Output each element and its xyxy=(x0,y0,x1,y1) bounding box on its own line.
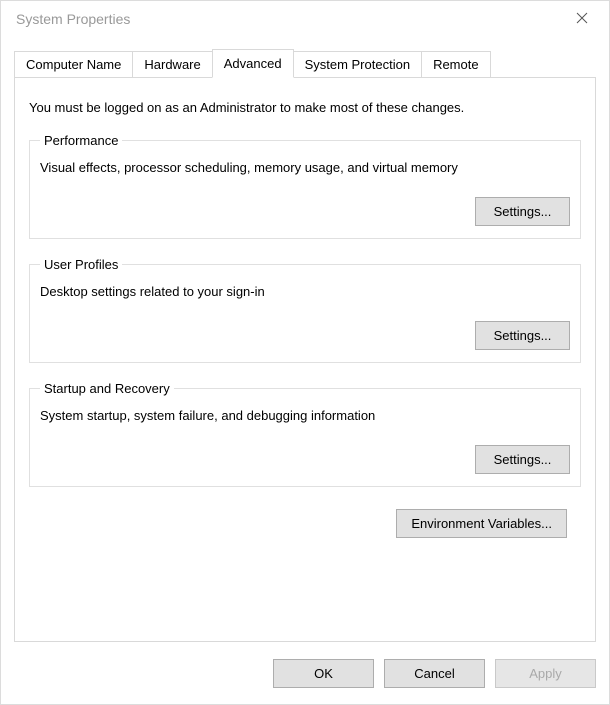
window-title: System Properties xyxy=(16,11,559,27)
tab-remote[interactable]: Remote xyxy=(421,51,491,78)
performance-legend: Performance xyxy=(40,133,122,148)
dialog-footer: OK Cancel Apply xyxy=(1,642,609,704)
close-icon xyxy=(576,12,588,27)
tab-computer-name[interactable]: Computer Name xyxy=(14,51,133,78)
apply-button[interactable]: Apply xyxy=(495,659,596,688)
tab-system-protection[interactable]: System Protection xyxy=(293,51,423,78)
cancel-button[interactable]: Cancel xyxy=(384,659,485,688)
close-button[interactable] xyxy=(559,3,605,35)
environment-variables-button[interactable]: Environment Variables... xyxy=(396,509,567,538)
user-profiles-description: Desktop settings related to your sign-in xyxy=(40,284,570,299)
advanced-tab-panel: You must be logged on as an Administrato… xyxy=(14,77,596,642)
user-profiles-legend: User Profiles xyxy=(40,257,122,272)
startup-recovery-legend: Startup and Recovery xyxy=(40,381,174,396)
user-profiles-settings-button[interactable]: Settings... xyxy=(475,321,570,350)
startup-recovery-settings-button[interactable]: Settings... xyxy=(475,445,570,474)
client-area: Computer Name Hardware Advanced System P… xyxy=(1,37,609,642)
performance-group: Performance Visual effects, processor sc… xyxy=(29,133,581,239)
startup-recovery-group: Startup and Recovery System startup, sys… xyxy=(29,381,581,487)
user-profiles-group: User Profiles Desktop settings related t… xyxy=(29,257,581,363)
titlebar: System Properties xyxy=(1,1,609,37)
tab-hardware[interactable]: Hardware xyxy=(132,51,212,78)
ok-button[interactable]: OK xyxy=(273,659,374,688)
admin-notice: You must be logged on as an Administrato… xyxy=(29,100,581,115)
tab-advanced[interactable]: Advanced xyxy=(212,49,294,78)
tab-strip: Computer Name Hardware Advanced System P… xyxy=(14,49,596,78)
performance-settings-button[interactable]: Settings... xyxy=(475,197,570,226)
startup-recovery-description: System startup, system failure, and debu… xyxy=(40,408,570,423)
performance-description: Visual effects, processor scheduling, me… xyxy=(40,160,570,175)
system-properties-window: System Properties Computer Name Hardware… xyxy=(0,0,610,705)
